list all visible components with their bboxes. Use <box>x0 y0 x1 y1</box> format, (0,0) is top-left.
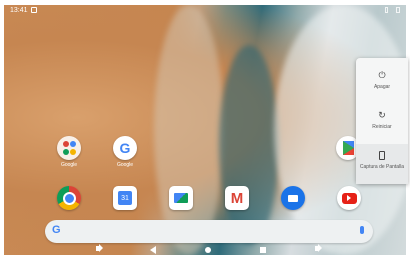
video-call-icon <box>281 186 305 210</box>
screenshot-button[interactable]: Captura de Pantalla <box>356 144 408 184</box>
app-youtube[interactable] <box>334 186 364 210</box>
calendar-date: 31 <box>118 191 132 205</box>
recents-button[interactable] <box>260 247 266 253</box>
app-label: Google <box>116 162 134 168</box>
app-label: Google <box>60 162 78 168</box>
battery-icon <box>396 7 400 13</box>
restart-button[interactable]: ↻ Reiniciar <box>356 109 408 131</box>
status-time: 13:41 <box>10 7 28 14</box>
home-button[interactable] <box>205 247 211 253</box>
home-screen: 13:41 Google G Google 31 M G <box>4 5 406 255</box>
water-band <box>219 45 279 245</box>
gmail-icon: M <box>225 186 249 210</box>
power-icon: ⏻ <box>378 69 386 80</box>
signal-icon <box>385 7 388 13</box>
app-folder-google[interactable]: Google <box>54 136 84 168</box>
navigation-bar <box>4 244 406 255</box>
chrome-icon <box>57 186 81 210</box>
app-gmail[interactable]: M <box>222 186 252 210</box>
status-bar: 13:41 <box>4 5 406 17</box>
mic-icon[interactable] <box>360 226 364 234</box>
shore-foam <box>154 5 224 255</box>
restart-icon: ↻ <box>378 109 386 120</box>
google-icon: G <box>113 136 137 160</box>
power-menu: ⏻ Apagar ↻ Reiniciar Captura de Pantalla <box>356 58 408 184</box>
volume-up-icon[interactable] <box>315 244 322 252</box>
youtube-icon <box>337 186 361 210</box>
google-search-bar[interactable]: G <box>45 220 373 243</box>
back-button[interactable] <box>150 246 156 254</box>
photos-icon <box>169 186 193 210</box>
folder-icon <box>57 136 81 160</box>
app-photos[interactable] <box>166 186 196 210</box>
app-google[interactable]: G Google <box>110 136 140 168</box>
notification-icon <box>31 7 37 13</box>
calendar-icon: 31 <box>113 186 137 210</box>
app-duo[interactable] <box>278 186 308 210</box>
google-logo-icon: G <box>52 224 61 236</box>
volume-down-icon[interactable] <box>96 244 103 252</box>
power-off-label: Apagar <box>373 84 391 90</box>
screenshot-label: Captura de Pantalla <box>359 164 405 170</box>
power-off-button[interactable]: ⏻ Apagar <box>356 69 408 91</box>
app-chrome[interactable] <box>54 186 84 210</box>
restart-label: Reiniciar <box>372 124 392 130</box>
app-calendar[interactable]: 31 <box>110 186 140 210</box>
screenshot-icon <box>377 150 387 160</box>
